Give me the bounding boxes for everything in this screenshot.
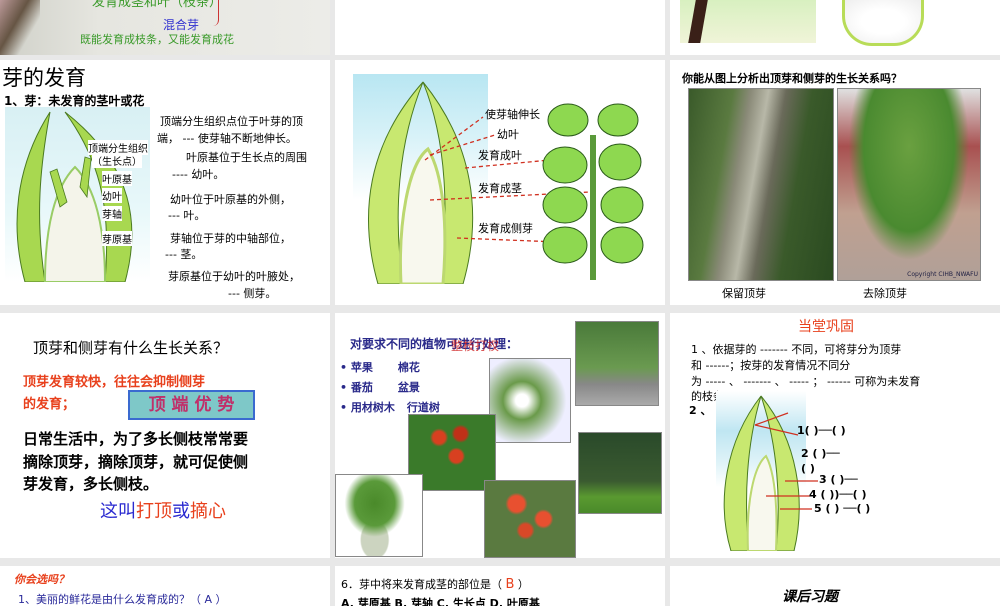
blank-2: 2 ( )── [801, 447, 840, 460]
apical-dominance-box: 顶 端 优 势 [128, 390, 255, 420]
para-line: ---- 幼叶。 [172, 168, 225, 181]
caption-left: 保留顶芽 [722, 287, 766, 300]
mixed-bud-desc: 既能发育成枝条，又能发育成花 [80, 33, 234, 46]
label-become-stem: 发育成茎 [478, 182, 522, 195]
conclusion-part: 这叫 [100, 501, 136, 522]
label-young-leaf: 幼叶 [497, 128, 519, 141]
photo-apples [484, 480, 576, 558]
question-text: ） [517, 578, 529, 591]
answer: B [505, 577, 515, 592]
para-line: --- 叶。 [168, 209, 206, 222]
red-text: 的发育； [23, 397, 76, 412]
blank-4: 4 ( ))──( ) [809, 488, 867, 501]
para-line: 顶端分生组织点位于叶芽的顶 [160, 115, 303, 128]
blank-5: 5 ( ) ──( ) [814, 502, 871, 515]
label-elongate-axis: 使芽轴伸长 [485, 108, 540, 121]
bracket [213, 0, 219, 26]
slide-thumbnail-quiz-6[interactable]: 6．芽中将来发育成茎的部位是（ B ） A. 芽原基 B. 芽轴 C. 生长点 … [335, 566, 665, 606]
label-young-leaf: 幼叶 [102, 188, 122, 203]
slide-thumbnail-plant-treatment[interactable]: 对要求不同的植物可进行处理： 整枝打杈 • 苹果 棉花 • 番茄 盆景 • 用材树木… [335, 313, 665, 558]
conclusion: 这叫打顶或摘心 [100, 497, 226, 523]
para-line: 叶原基位于生长点的周围 [186, 151, 307, 164]
slide-thumbnail-bud-photos[interactable] [670, 0, 1000, 55]
body-line: 日常生活中，为了多长侧枝常常要 [23, 430, 249, 448]
label-bud-primordium: 芽原基 [102, 231, 132, 246]
body-line: 芽发育，多长侧枝。 [23, 475, 159, 493]
slide-thumbnail-quiz[interactable]: 你会选吗？ 1、美丽的鲜花是由什么发育成的？（ A ） [0, 566, 330, 606]
slide-thumbnail-tree-compare[interactable]: 你能从图上分析出顶芽和侧芽的生长关系吗？ Copyright CIHB_NWAF… [670, 60, 1000, 305]
para-line: 幼叶位于叶原基的外侧， [170, 193, 291, 206]
body-line: 摘除顶芽，摘除顶芽，就可促使侧 [23, 453, 249, 471]
para-line: --- 侧芽。 [228, 287, 277, 300]
slide-thumbnail-bud-to-shoot[interactable]: 使芽轴伸长 幼叶 发育成叶 发育成茎 发育成侧芽 [335, 60, 665, 305]
bullet-text: 苹果 [350, 361, 373, 374]
blank-3: 3 ( )── [819, 473, 858, 486]
slide-thumbnail-homework[interactable]: 课后习题 [670, 566, 1000, 606]
bud-section-diagram [5, 107, 150, 282]
question-text: 6．芽中将来发育成茎的部位是（ [341, 578, 502, 591]
photo-cotton [489, 358, 571, 443]
bullet-item: • 苹果 棉花 [340, 361, 420, 374]
bullet-text: 行道树 [406, 401, 440, 414]
bullet-text: 棉花 [397, 361, 420, 374]
branch-photo [0, 0, 40, 55]
options: A. 芽原基 B. 芽轴 C. 生长点 D. 叶原基 [341, 597, 540, 606]
slide-title: 芽的发育 [2, 66, 86, 90]
label-become-lateral-bud: 发育成侧芽 [478, 222, 533, 235]
photo-bonsai [335, 474, 423, 557]
label-leaf-primordium: 叶原基 [102, 171, 132, 186]
bullet-item: • 番茄 盆景 [340, 381, 420, 394]
slide-title: 你会选吗？ [14, 573, 69, 586]
para-line: 芽原基位于幼叶的叶腋处， [168, 270, 300, 283]
bud-photo [680, 0, 816, 43]
conclusion-part: 摘心 [190, 501, 226, 522]
blank-1: 1( )──( ) [797, 424, 846, 437]
conclusion-part: 打顶 [136, 501, 172, 522]
photo-street-trees [575, 321, 659, 406]
slide-thumbnail-bud-development[interactable]: 芽的发育 1、芽：未发育的茎叶或花 顶端分生组织 （生长点） 叶原基 幼叶 芽轴… [0, 60, 330, 305]
bullet-item: • 用材树木 行道树 [340, 401, 440, 414]
slide-thumbnail-review[interactable]: 当堂巩固 1 、依据芽的 ------- 不同，可将芽分为顶芽 和 ------… [670, 313, 1000, 558]
question-1: 1、美丽的鲜花是由什么发育成的？（ A ） [18, 593, 227, 606]
slide-thumbnail-apical-dominance[interactable]: 顶芽和侧芽有什么生长关系？ 顶芽发育较快，往往会抑制侧芽 的发育； 顶 端 优 … [0, 313, 330, 558]
label-bud-axis: 芽轴 [102, 206, 122, 221]
photo-tree-apical-kept [688, 88, 834, 281]
shoot-diagram [542, 103, 644, 280]
slide-question: 顶芽和侧芽有什么生长关系？ [33, 339, 229, 357]
para-line: 端， --- 使芽轴不断地伸长。 [157, 132, 297, 145]
label-growing-point: （生长点） [92, 153, 142, 168]
bud-diagram-partial [842, 0, 924, 46]
bullet-text: 盆景 [397, 381, 420, 394]
red-text: 顶芽发育较快，往往会抑制侧芽 [23, 375, 206, 390]
blank-2b: ( ) [801, 462, 815, 475]
slide-thumbnail-mixed-bud[interactable]: 发育成茎和叶（枝条） 混合芽 既能发育成枝条，又能发育成花 [0, 0, 330, 55]
cut-text: 发育成茎和叶（枝条） [92, 0, 223, 10]
conclusion-part: 或 [172, 501, 190, 522]
watermark: Copyright CIHB_NWAFU [907, 271, 978, 278]
bullet-text: 番茄 [350, 381, 373, 394]
overlay-text: 整枝打杈 [451, 339, 500, 353]
photo-tree-apical-removed: Copyright CIHB_NWAFU [837, 88, 981, 281]
slide-thumbnail-blank[interactable] [335, 0, 665, 55]
bullet-text: 用材树木 [350, 401, 395, 414]
question-6: 6．芽中将来发育成茎的部位是（ B ） [341, 576, 529, 592]
caption-right: 去除顶芽 [863, 287, 907, 300]
para-line: 芽轴位于芽的中轴部位， [170, 232, 291, 245]
photo-forest [578, 432, 662, 514]
slide-title: 课后习题 [782, 589, 838, 605]
label-become-leaf: 发育成叶 [478, 149, 522, 162]
slide-question: 你能从图上分析出顶芽和侧芽的生长关系吗？ [682, 72, 902, 85]
para-line: --- 茎。 [165, 248, 203, 261]
